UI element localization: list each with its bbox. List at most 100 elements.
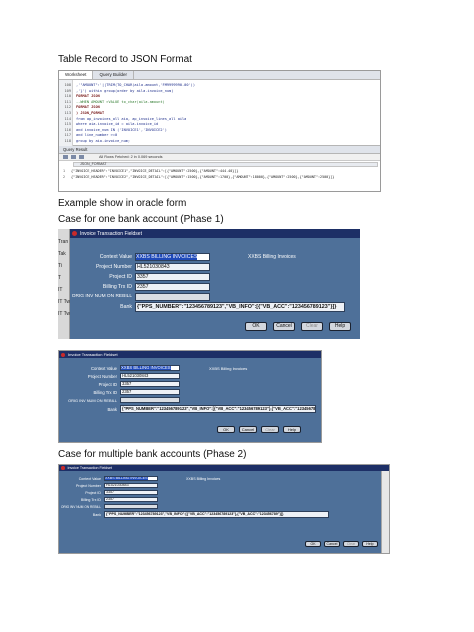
clear-button[interactable]: Clear (343, 541, 359, 547)
vertical-scrollbar[interactable] (381, 471, 389, 553)
project-id-field[interactable]: 3357 (104, 490, 158, 495)
label-orig-inv-num: ORIG INV NUM ON REBILL (60, 505, 101, 509)
code-line[interactable]: 118 group by aia.invoice_num; (59, 139, 380, 144)
label-project-number: Project Number (95, 264, 132, 270)
label-context-value: Context Value (78, 477, 101, 481)
code-line[interactable]: 108 ,'"AMOUNT":'||TRIM(TO_CHAR(aila.amou… (59, 83, 380, 88)
query-result-tab[interactable]: Query Result (59, 146, 380, 154)
clear-button[interactable]: Clear (301, 322, 323, 331)
clear-button[interactable]: Clear (261, 426, 279, 433)
bank-json-field[interactable]: {"PPS_NUMBER":"123456789123","VB_INFO":[… (135, 302, 345, 312)
label-project-number: Project Number (76, 484, 101, 488)
context-description: XXBS Billing Invoices (248, 254, 296, 260)
export-icon[interactable] (79, 155, 84, 159)
sql-editor[interactable]: 108 ,'"AMOUNT":'||TRIM(TO_CHAR(aila.amou… (59, 80, 380, 146)
billing-trx-id-field[interactable]: 2357 (135, 283, 210, 291)
project-id-field[interactable]: 3357 (120, 381, 180, 387)
form-body: Context Value XXBS BILLING INVOICES XXBS… (70, 238, 360, 339)
case-one-heading: Case for one bank account (Phase 1) (58, 214, 224, 225)
refresh-icon[interactable] (71, 155, 76, 159)
code-text: FORMAT JSON (76, 105, 100, 110)
context-value-text: XXBS BILLING INVOICES (121, 365, 171, 370)
code-line[interactable]: 117 and line_number >=0 (59, 133, 380, 138)
billing-trx-id-field[interactable]: 2357 (120, 389, 180, 395)
context-value-field[interactable]: XXBS BILLING INVOICES (135, 253, 210, 261)
label-bank: Bank (120, 304, 132, 310)
ok-button[interactable]: OK (245, 322, 267, 331)
orig-inv-num-field[interactable] (104, 504, 158, 509)
code-line[interactable]: 109 ,'}') within group(order by aila.inv… (59, 88, 380, 94)
billing-trx-id-field[interactable]: 2357 (104, 497, 158, 502)
oracle-window-icon (61, 466, 65, 470)
tab-query-builder[interactable]: Query Builder (93, 71, 134, 79)
row-number: 1 (63, 169, 66, 173)
orig-inv-num-field[interactable] (135, 293, 210, 301)
code-text: ) JSON_FORMAT (76, 111, 105, 115)
line-number: 114 (64, 116, 72, 121)
project-number-field[interactable]: HL521030843 (104, 483, 158, 488)
cancel-button[interactable]: Cancel (324, 541, 340, 547)
help-button[interactable]: Help (283, 426, 301, 433)
line-number: 108 (64, 83, 72, 87)
context-value-text: XXBS BILLING INVOICES (136, 254, 198, 260)
project-number-field[interactable]: HL521030843 (120, 373, 180, 379)
example-heading: Example show in oracle form (58, 198, 187, 209)
code-text: --WHEN AMOUNT >VALUE to_char(aila.amount… (76, 99, 165, 104)
code-line[interactable]: 114 from ap_invoices_all aia, ap_invoice_… (59, 116, 380, 122)
code-line[interactable]: 115 where aia.invoice_id = aila.invoice_i… (59, 122, 380, 127)
code-text: FORMAT JSON (76, 94, 100, 99)
side-item: T (58, 275, 62, 281)
result-grid: JSON_FORMAT 1 {"INVOICE_HEADER":"INVOICE1… (59, 161, 380, 191)
project-number-field[interactable]: HL521030843 (135, 263, 210, 271)
help-button[interactable]: Help (362, 541, 378, 547)
context-value-field[interactable]: XXBS BILLING INVOICES (104, 476, 158, 481)
code-line[interactable]: 111 --WHEN AMOUNT >VALUE to_char(aila.am… (59, 99, 380, 105)
form-titlebar: Invoice Transaction Fieldset (70, 229, 360, 238)
bank-json-field[interactable]: {"PPS_NUMBER":"123456789123","VB_INFO":[… (120, 405, 316, 413)
code-line[interactable]: 112 FORMAT JSON (59, 105, 380, 110)
code-line[interactable]: 113 ) JSON_FORMAT (59, 111, 380, 116)
document-title: Table Record to JSON Format (58, 54, 192, 65)
label-billing-trx-id: Billing Trx ID (93, 390, 117, 395)
tab-worksheet[interactable]: Worksheet (59, 71, 94, 79)
sql-developer-screenshot: Worksheet Query Builder 108 ,'"AMOUNT":'… (58, 70, 381, 192)
cancel-button[interactable]: Cancel (273, 322, 295, 331)
row-number: 2 (63, 175, 66, 179)
form-body: Context Value XXBS BILLING INVOICES XXBS… (59, 471, 381, 553)
bank-json-field[interactable]: {"PPS_NUMBER":"123456789123","VB_INFO":[… (104, 511, 329, 518)
orig-inv-num-field[interactable] (120, 397, 180, 403)
label-billing-trx-id: Billing Trx ID (80, 498, 101, 502)
label-bank: Bank (92, 513, 101, 517)
context-value-text: XXBS BILLING INVOICES (105, 476, 148, 480)
pin-icon[interactable] (63, 155, 68, 159)
code-line[interactable]: 116 and invoice_num IN ('INVOICE1','INVOI… (59, 128, 380, 133)
code-text: from ap_invoices_all aia, ap_invoice_lin… (76, 116, 187, 121)
code-text: ,'}') within group(order by aila.invoice… (76, 88, 174, 93)
line-number: 112 (64, 105, 72, 110)
form-titlebar: Invoice Transaction Fieldset (59, 351, 321, 358)
ok-button[interactable]: OK (305, 541, 321, 547)
label-bank: Bank (107, 407, 117, 412)
ok-button[interactable]: OK (217, 426, 235, 433)
table-row[interactable]: 2 {"INVOICE_HEADER":"INVOICE2","INVOICE_D… (63, 175, 378, 180)
context-value-field[interactable]: XXBS BILLING INVOICES (120, 365, 180, 371)
case-two-heading: Case for multiple bank accounts (Phase 2… (58, 449, 247, 460)
label-project-id: Project ID (85, 491, 101, 495)
window-title: Invoice Transaction Fieldset (80, 230, 142, 237)
line-number: 118 (64, 139, 72, 143)
oracle-form-phase2: Invoice Transaction Fieldset Context Val… (58, 464, 390, 554)
code-line[interactable]: 110 FORMAT JSON (59, 94, 380, 99)
window-title: Invoice Transaction Fieldset (67, 466, 113, 470)
oracle-form-phase1-large: Tran Tak Ti T IT IT Tw IT Tw Invoice Transacti… (58, 229, 360, 339)
line-number: 110 (64, 94, 72, 99)
form-body: Context Value XXBS BILLING INVOICES XXBS… (59, 358, 321, 442)
table-row[interactable]: 1 {"INVOICE_HEADER":"INVOICE1","INVOICE_D… (63, 169, 378, 174)
cancel-button[interactable]: Cancel (239, 426, 257, 433)
label-project-id: Project ID (109, 274, 132, 280)
context-description: XXBS Billing Invoices (209, 366, 248, 371)
help-button[interactable]: Help (329, 322, 351, 331)
label-orig-inv-num: ORIG INV NUM ON REBILL (68, 398, 117, 403)
grid-column-header[interactable]: JSON_FORMAT (73, 162, 378, 167)
project-id-field[interactable]: 3357 (135, 273, 210, 281)
side-item: Ti (58, 263, 62, 269)
